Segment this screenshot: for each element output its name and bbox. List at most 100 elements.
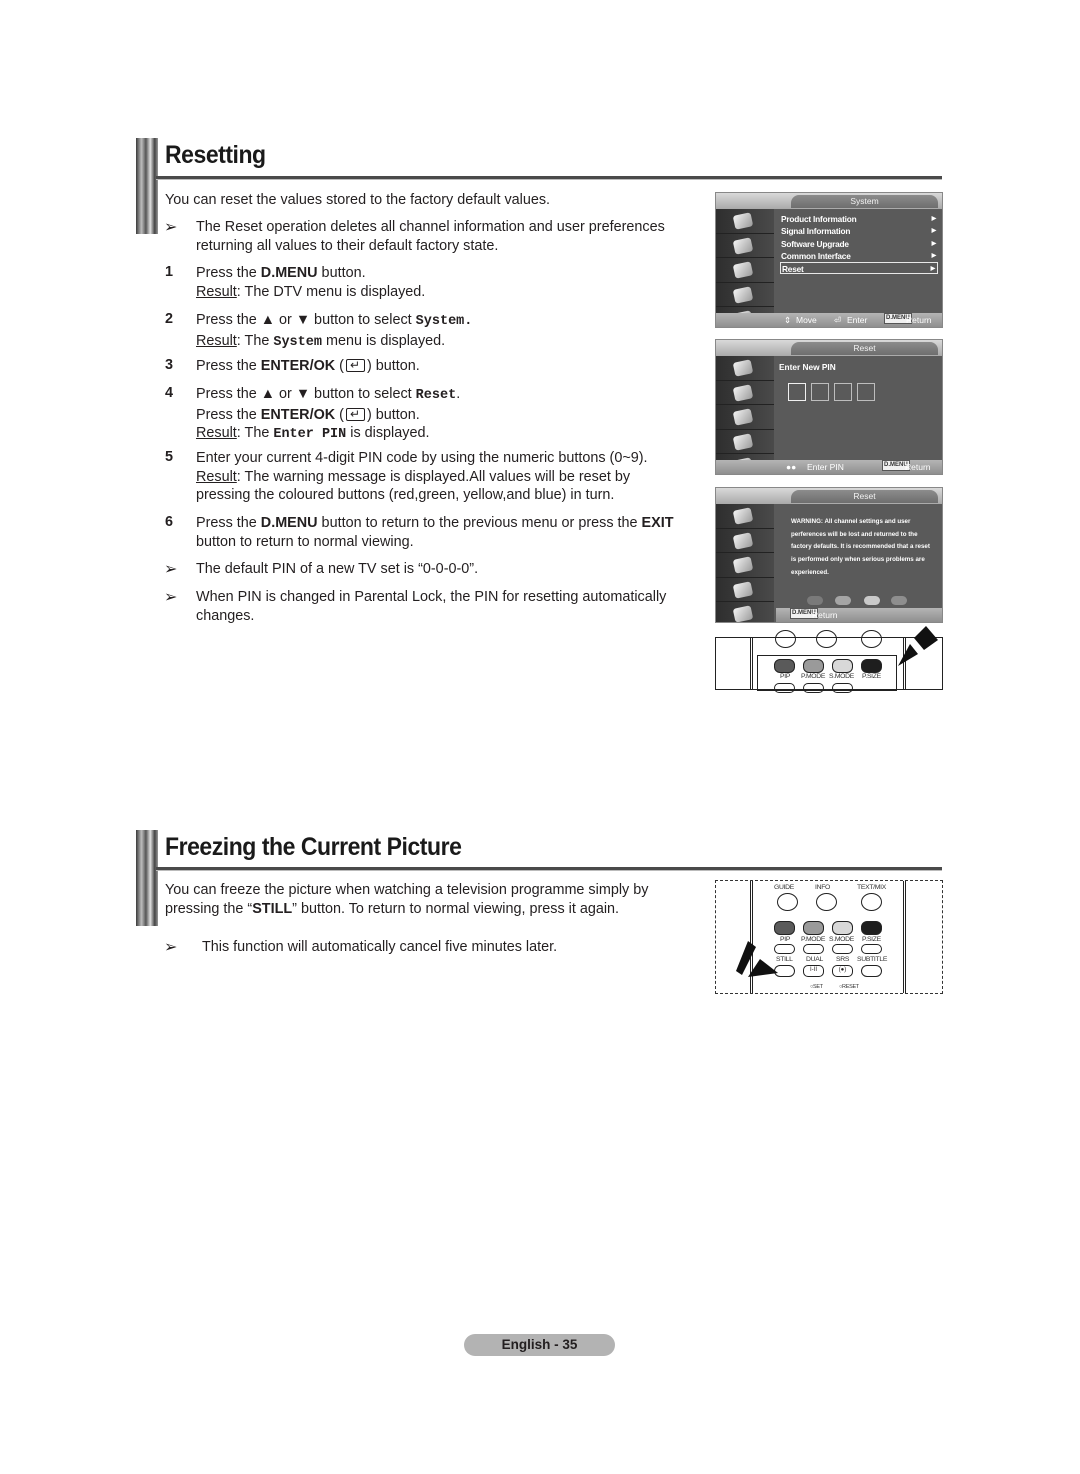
blue-button[interactable] <box>861 659 882 673</box>
enter-icon: ⏎ <box>834 315 842 325</box>
step-6: Press the D.MENU button to return to the… <box>196 515 674 550</box>
menu-item-software-upgrade[interactable]: Software Upgrade <box>780 238 938 250</box>
text-mix-button[interactable] <box>861 630 882 648</box>
freezing-intro: You can freeze the picture when watching… <box>165 882 649 917</box>
step-3: Press the ENTER/OK () button. <box>196 356 420 376</box>
blue-button[interactable] <box>861 921 882 935</box>
subtitle-button[interactable] <box>861 965 882 977</box>
red-button[interactable] <box>774 921 795 935</box>
smode-label: S.MODE <box>829 936 855 943</box>
title-rule <box>156 176 942 180</box>
remote-small-button <box>774 683 795 693</box>
menu-item-common-interface[interactable]: Common Interface <box>780 250 938 262</box>
updown-icon: ⇕ <box>784 315 792 325</box>
osd-menu-list: Product Information Signal Information S… <box>780 213 938 276</box>
osd-system-menu: System Product Information Signal Inform… <box>715 192 943 328</box>
system-icon <box>716 602 774 622</box>
arrow-bullet-icon: ➢ <box>164 561 178 578</box>
note-reset-operation: The Reset operation deletes all channel … <box>196 219 665 254</box>
osd-footer: D.MENU Return <box>776 608 942 622</box>
menu-item-signal-information[interactable]: Signal Information <box>780 225 938 237</box>
green-button[interactable] <box>803 921 824 935</box>
srs-button[interactable]: (●) <box>832 965 853 977</box>
red-button[interactable] <box>774 659 795 673</box>
osd-enter-pin: Reset Enter New PIN ●● Enter PIN D.MENU … <box>715 339 943 475</box>
program-icon <box>716 356 774 381</box>
note-default-pin: The default PIN of a new TV set is “0-0-… <box>196 561 479 577</box>
info-button[interactable] <box>816 893 837 911</box>
title-rule <box>156 867 942 871</box>
menu-item-reset[interactable]: Reset <box>780 262 938 276</box>
note-parental-lock: When PIN is changed in Parental Lock, th… <box>196 589 667 624</box>
yellow-button[interactable] <box>832 921 853 935</box>
program-icon <box>716 209 774 234</box>
yellow-button-indicator <box>864 596 880 605</box>
section-marker <box>136 830 158 926</box>
setup-icon <box>716 528 774 553</box>
step-4: Press the ▲ or ▼ button to select Reset.… <box>196 385 460 445</box>
pmode-button[interactable] <box>803 944 824 954</box>
psize-button[interactable] <box>861 944 882 954</box>
remote-small-button <box>832 683 853 693</box>
smode-button[interactable] <box>832 944 853 954</box>
pmode-label: P.MODE <box>801 673 826 680</box>
page-number: English - 35 <box>464 1334 615 1356</box>
osd-icon-sidebar <box>716 504 774 622</box>
remote-edge <box>903 881 906 993</box>
green-button[interactable] <box>803 659 824 673</box>
info-button[interactable] <box>816 630 837 648</box>
step-number: 4 <box>165 385 174 401</box>
osd-header: Reset <box>716 488 942 504</box>
section-title-freezing: Freezing the Current Picture <box>165 833 462 861</box>
step-1: Press the D.MENU button. Result: The DTV… <box>196 265 426 300</box>
pin-digit-2[interactable] <box>811 383 829 401</box>
blue-button-indicator <box>891 596 907 605</box>
arrow-bullet-icon: ➢ <box>164 939 178 956</box>
guide-label: GUIDE <box>774 884 795 891</box>
remote-control-still: GUIDE INFO TEXT/MIX PIP P.MODE S.MODE P.… <box>715 880 943 994</box>
text-mix-button[interactable] <box>861 893 882 911</box>
step-number: 1 <box>165 264 174 280</box>
set-label: ○SET <box>810 984 823 990</box>
osd-reset-warning: Reset WARNING: All channel settings and … <box>715 487 943 623</box>
step-2: Press the ▲ or ▼ button to select System… <box>196 312 473 350</box>
srs-label: SRS <box>836 956 850 963</box>
psize-label: P.SIZE <box>862 673 881 680</box>
enter-icon <box>345 356 365 375</box>
osd-footer: ●● Enter PIN D.MENU Return <box>716 460 942 474</box>
pin-digit-4[interactable] <box>857 383 875 401</box>
green-button-indicator <box>835 596 851 605</box>
osd-icon-sidebar <box>716 356 774 474</box>
red-button-indicator <box>807 596 823 605</box>
text-mix-label: TEXT/MIX <box>857 884 886 891</box>
reset-label: ○RESET <box>839 984 859 990</box>
pmode-label: P.MODE <box>801 936 826 943</box>
osd-footer: ⇕ Move ⏎ Enter D.MENU Return <box>716 313 942 327</box>
program-icon <box>716 504 774 529</box>
osd-icon-sidebar <box>716 209 774 327</box>
osd-header: System <box>716 193 942 209</box>
language-icon <box>716 429 774 454</box>
enter-new-pin-label: Enter New PIN <box>779 362 836 372</box>
pin-digit-1[interactable] <box>788 383 806 401</box>
enter-icon <box>345 405 365 423</box>
pointer-arrow-icon <box>898 626 938 666</box>
step-number: 2 <box>165 311 174 327</box>
info-label: INFO <box>815 884 831 891</box>
guide-button[interactable] <box>777 893 798 911</box>
remote-small-button <box>803 683 824 693</box>
pin-digit-3[interactable] <box>834 383 852 401</box>
smode-label: S.MODE <box>829 673 855 680</box>
menu-item-product-information[interactable]: Product Information <box>780 213 938 225</box>
guide-icon <box>716 553 774 578</box>
section-marker <box>136 138 158 234</box>
dual-button[interactable]: I-II <box>803 965 824 977</box>
remote-edge <box>750 638 753 689</box>
psize-label: P.SIZE <box>862 936 881 943</box>
yellow-button[interactable] <box>832 659 853 673</box>
setup-icon <box>716 380 774 405</box>
osd-header: Reset <box>716 340 942 356</box>
step-number: 6 <box>165 514 174 530</box>
remote-button-round <box>775 630 796 648</box>
freezing-note: This function will automatically cancel … <box>202 939 558 955</box>
